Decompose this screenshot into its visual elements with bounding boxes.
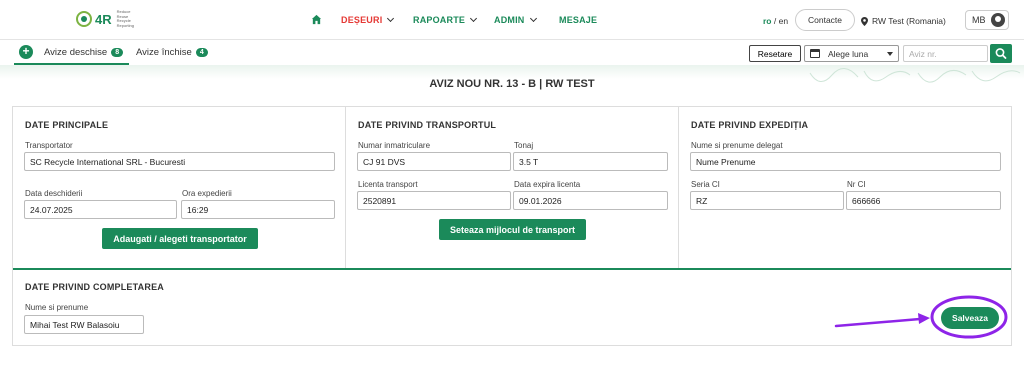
- nav-deseuri[interactable]: DEȘEURI: [341, 14, 395, 25]
- nav-mesaje[interactable]: MESAJE: [559, 15, 597, 25]
- aviz-form-card: DATE PRINCIPALE Transportator SC Recycle…: [12, 106, 1012, 346]
- data-deschiderii-label: Data deschiderii: [25, 189, 83, 198]
- tab-avize-inchise[interactable]: Avize închise 4: [136, 47, 208, 58]
- section-title: DATE PRINCIPALE: [25, 120, 109, 130]
- reset-button[interactable]: Resetare: [749, 45, 801, 62]
- data-expira-licenta-label: Data expira licenta: [514, 180, 581, 189]
- transportator-label: Transportator: [25, 141, 73, 150]
- user-menu-button[interactable]: MB: [965, 10, 1009, 30]
- user-avatar-icon: [991, 13, 1005, 27]
- contact-button[interactable]: Contacte: [795, 9, 855, 31]
- tab-avize-deschise[interactable]: Avize deschise 8: [44, 47, 124, 58]
- ora-expedierii-field[interactable]: 16:29: [181, 200, 335, 219]
- caret-down-icon: [887, 51, 893, 56]
- lang-en[interactable]: en: [779, 16, 788, 26]
- nr-ci-field[interactable]: 666666: [846, 191, 1001, 210]
- search-button[interactable]: [990, 44, 1012, 63]
- calendar-icon: [810, 49, 820, 58]
- page-title: AVIZ NOU NR. 13 - B | RW TEST: [429, 78, 595, 90]
- nr-inmatriculare-label: Numar inmatriculare: [358, 141, 431, 150]
- logo-icon: [76, 11, 92, 27]
- nr-ci-label: Nr CI: [847, 180, 866, 189]
- top-header: 4R Reduce Reuse Recycle Reporting DEȘEUR…: [0, 0, 1024, 40]
- add-aviz-button[interactable]: +: [19, 45, 33, 59]
- licenta-transport-label: Licenta transport: [358, 180, 418, 189]
- section-title: DATE PRIVIND TRANSPORTUL: [358, 120, 497, 130]
- chevron-down-icon: [529, 14, 537, 23]
- seria-ci-label: Seria CI: [691, 180, 720, 189]
- company-selector[interactable]: RW Test (Romania): [861, 16, 946, 26]
- chevron-down-icon: [470, 14, 478, 23]
- section-date-transport: DATE PRIVIND TRANSPORTUL Numar inmatricu…: [346, 107, 679, 268]
- save-button[interactable]: Salveaza: [941, 307, 999, 329]
- nume-prenume-field[interactable]: Mihai Test RW Balasoiu: [24, 315, 144, 334]
- section-date-completarea: DATE PRIVIND COMPLETAREA Nume si prenume…: [13, 270, 1011, 345]
- lang-ro[interactable]: ro: [763, 16, 772, 26]
- section-date-principale: DATE PRINCIPALE Transportator SC Recycle…: [13, 107, 346, 268]
- delegat-field[interactable]: Nume Prenume: [690, 152, 1001, 171]
- count-badge: 8: [111, 48, 124, 57]
- user-initials: MB: [972, 15, 986, 25]
- count-badge: 4: [195, 48, 208, 57]
- nav-rapoarte[interactable]: RAPOARTE: [413, 14, 478, 25]
- logo-tagline: Reduce Reuse Recycle Reporting: [116, 9, 134, 28]
- section-title: DATE PRIVIND COMPLETAREA: [25, 282, 164, 292]
- delegat-label: Nume si prenume delegat: [691, 141, 783, 150]
- data-deschiderii-field[interactable]: 24.07.2025: [24, 200, 177, 219]
- seria-ci-field[interactable]: RZ: [690, 191, 844, 210]
- toolbar: + Avize deschise 8 Avize închise 4 Resetar…: [0, 41, 1024, 65]
- section-title: DATE PRIVIND EXPEDIȚIA: [691, 120, 809, 130]
- set-transport-button[interactable]: Seteaza mijlocul de transport: [439, 219, 586, 240]
- tonaj-field[interactable]: 3.5 T: [513, 152, 668, 171]
- ora-expedierii-label: Ora expedierii: [182, 189, 232, 198]
- section-date-expeditia: DATE PRIVIND EXPEDIȚIA Nume si prenume d…: [679, 107, 1012, 268]
- tonaj-label: Tonaj: [514, 141, 534, 150]
- transportator-field[interactable]: SC Recycle International SRL - Bucuresti: [24, 152, 335, 171]
- location-pin-icon: [861, 16, 868, 26]
- nr-inmatriculare-field[interactable]: CJ 91 DVS: [357, 152, 511, 171]
- nav-admin[interactable]: ADMIN: [494, 14, 537, 25]
- language-switcher: ro / en: [763, 16, 789, 26]
- home-icon[interactable]: [311, 14, 322, 25]
- add-transportator-button[interactable]: Adaugati / alegeti transportator: [102, 228, 258, 249]
- aviz-search-input[interactable]: [903, 45, 988, 62]
- logo-text: 4R: [95, 11, 112, 27]
- app-logo[interactable]: 4R Reduce Reuse Recycle Reporting: [76, 9, 134, 28]
- data-expira-licenta-field[interactable]: 09.01.2026: [513, 191, 668, 210]
- company-name: RW Test (Romania): [872, 16, 946, 26]
- nume-prenume-label: Nume si prenume: [25, 303, 89, 312]
- licenta-transport-field[interactable]: 2520891: [357, 191, 511, 210]
- chevron-down-icon: [387, 14, 395, 23]
- month-select[interactable]: Alege luna: [804, 45, 899, 62]
- month-select-label: Alege luna: [828, 48, 869, 59]
- search-icon: [995, 48, 1007, 59]
